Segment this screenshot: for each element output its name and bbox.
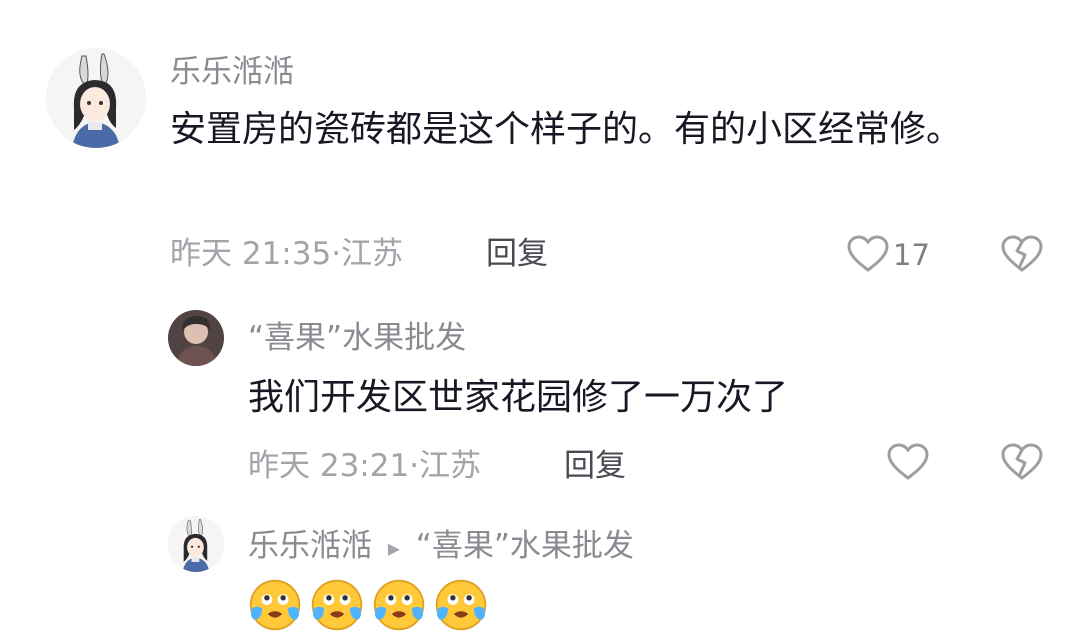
reply2-avatar[interactable] [168, 516, 224, 572]
reply-username[interactable]: “喜果”水果批发 [248, 318, 466, 358]
comment-location: 江苏 [341, 236, 404, 272]
reply-dislike-button[interactable] [1000, 442, 1044, 482]
comment-like-button[interactable] [846, 234, 890, 274]
heart-outline-icon [887, 443, 929, 480]
reply2-username[interactable]: 乐乐湉湉 [248, 528, 372, 564]
avatar-bunny-girl-image [168, 516, 224, 572]
reply-like-button[interactable] [886, 442, 930, 482]
crying-face-emoji-icon [249, 579, 301, 631]
avatar-bunny-girl-image [46, 48, 146, 148]
comment-dislike-button[interactable] [1000, 234, 1044, 274]
reply-arrow-icon: ▸ [387, 534, 400, 562]
broken-heart-icon [1001, 235, 1043, 272]
reply2-emoji-row [248, 578, 488, 632]
comment-text: 安置房的瓷砖都是这个样子的。有的小区经常修。 [170, 109, 963, 150]
avatar-photo-image [168, 310, 224, 366]
comment-like-count: 17 [893, 238, 930, 272]
heart-outline-icon [847, 235, 889, 272]
reply2-reply-to[interactable]: “喜果”水果批发 [416, 528, 634, 564]
crying-face-emoji-icon [311, 579, 363, 631]
comment-username[interactable]: 乐乐湉湉 [170, 52, 294, 92]
avatar[interactable] [46, 48, 146, 148]
broken-heart-icon [1001, 443, 1043, 480]
comment-meta: 昨天 21:35·江苏 [170, 234, 403, 274]
comment-reply-button[interactable]: 回复 [486, 234, 548, 274]
reply-meta: 昨天 23:21·江苏 [248, 446, 481, 486]
crying-face-emoji-icon [373, 579, 425, 631]
reply2-header: 乐乐湉湉 ▸ “喜果”水果批发 [248, 526, 634, 568]
reply-text: 我们开发区世家花园修了一万次了 [248, 377, 789, 418]
reply-time: 昨天 23:21· [248, 448, 420, 484]
reply-reply-button[interactable]: 回复 [564, 446, 626, 486]
reply-location: 江苏 [419, 448, 482, 484]
reply-avatar[interactable] [168, 310, 224, 366]
crying-face-emoji-icon [435, 579, 487, 631]
comment-time: 昨天 21:35· [170, 236, 342, 272]
